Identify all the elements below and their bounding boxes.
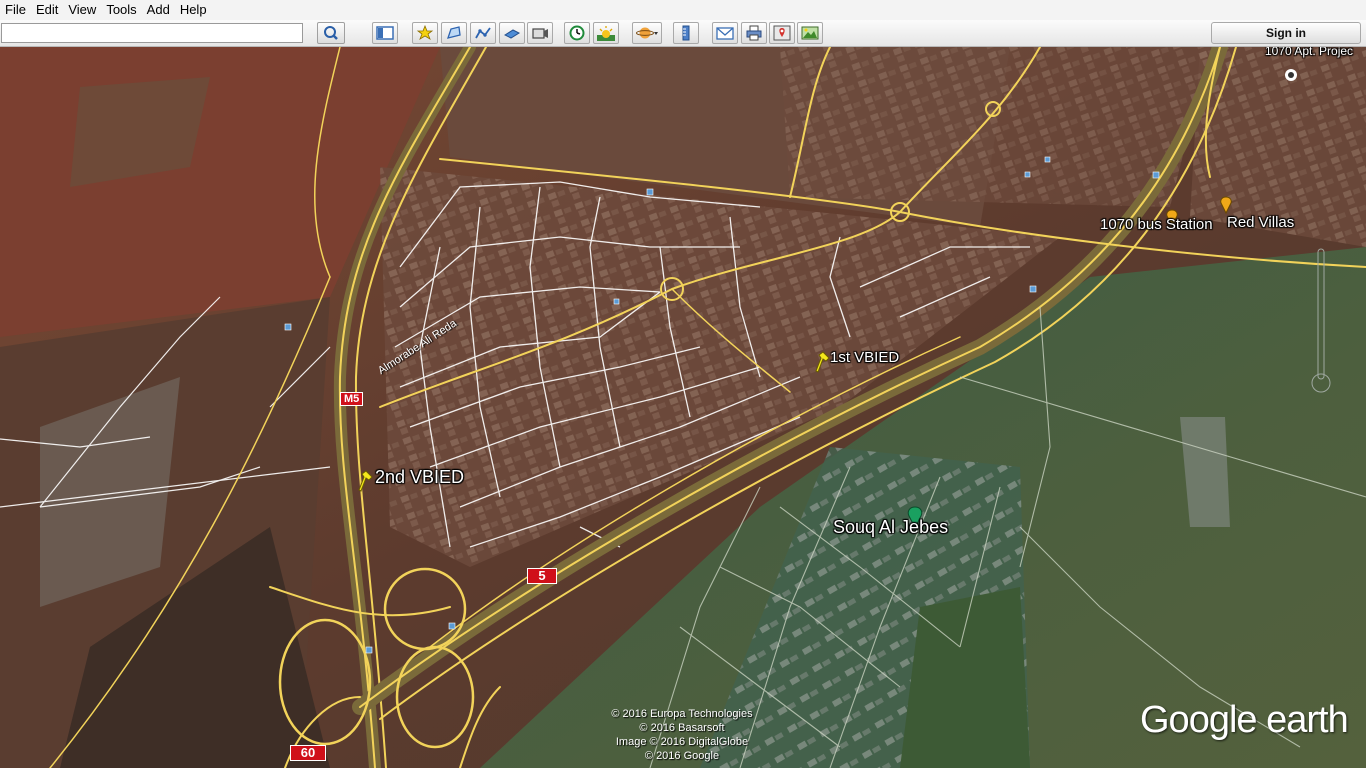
- sunlight-button[interactable]: [593, 22, 619, 44]
- image-overlay-icon: [503, 29, 521, 39]
- email-button[interactable]: [712, 22, 738, 44]
- magnifier-icon: [324, 26, 338, 40]
- record-tour-icon: [532, 28, 548, 39]
- save-image-button[interactable]: [797, 22, 823, 44]
- add-image-overlay-button[interactable]: [499, 22, 525, 44]
- placemark-pin-icon: [416, 25, 434, 40]
- copyright-line: © 2016 Basarsoft: [639, 722, 725, 734]
- save-image-icon: [801, 26, 819, 40]
- placemark-apt-project[interactable]: 1070 Apt. Projec: [1265, 47, 1353, 58]
- copyright-line: © 2016 Europa Technologies: [611, 708, 753, 720]
- menu-add[interactable]: Add: [142, 0, 175, 20]
- shield-route-5: 5: [527, 568, 557, 584]
- copyright-line: Image © 2016 DigitalGlobe: [615, 736, 749, 748]
- add-path-button[interactable]: [470, 22, 496, 44]
- sidebar-icon: [376, 26, 394, 40]
- menu-file[interactable]: File: [0, 0, 31, 20]
- menu-view[interactable]: View: [63, 0, 101, 20]
- satellite-imagery: [0, 47, 1366, 768]
- envelope-icon: [716, 27, 734, 40]
- print-button[interactable]: [741, 22, 767, 44]
- planet-icon: [636, 27, 658, 39]
- switch-planet-button[interactable]: [632, 22, 662, 44]
- placemark-souq-al-jebes[interactable]: Souq Al Jebes: [833, 517, 948, 538]
- toolbar: Sign in: [0, 20, 1366, 47]
- shield-m5: M5: [340, 392, 364, 406]
- zoom-slider[interactable]: [1310, 247, 1332, 395]
- shield-route-60: 60: [290, 745, 326, 761]
- sidebar-toggle-button[interactable]: [372, 22, 398, 44]
- copyright-block: © 2016 Europa Technologies © 2016 Basars…: [597, 707, 767, 763]
- record-tour-button[interactable]: [527, 22, 553, 44]
- search-button[interactable]: [317, 22, 345, 44]
- placemark-2nd-vbied[interactable]: 2nd VBIED: [375, 467, 464, 488]
- printer-icon: [746, 25, 762, 41]
- map-view[interactable]: Almorabe Ali Reda M5 5 60 1st VBIED 2nd …: [0, 47, 1366, 768]
- menu-edit[interactable]: Edit: [31, 0, 63, 20]
- ruler-icon: [682, 25, 690, 41]
- menu-tools[interactable]: Tools: [101, 0, 141, 20]
- path-icon: [475, 27, 491, 39]
- placemark-red-villas[interactable]: Red Villas: [1227, 214, 1294, 231]
- placemark-bus-station[interactable]: 1070 bus Station: [1100, 216, 1213, 233]
- ruler-button[interactable]: [673, 22, 699, 44]
- add-placemark-button[interactable]: [412, 22, 438, 44]
- historical-imagery-button[interactable]: [564, 22, 590, 44]
- add-polygon-button[interactable]: [441, 22, 467, 44]
- view-in-maps-button[interactable]: [769, 22, 795, 44]
- copyright-line: © 2016 Google: [644, 750, 720, 762]
- maps-icon: [773, 25, 791, 41]
- placemark-1st-vbied[interactable]: 1st VBIED: [830, 349, 899, 366]
- sun-icon: [597, 26, 615, 41]
- polygon-icon: [447, 26, 461, 39]
- google-earth-logo: Google earth: [1140, 699, 1349, 741]
- search-input[interactable]: [1, 23, 303, 43]
- clock-icon: [569, 25, 585, 41]
- menu-bar: File Edit View Tools Add Help: [0, 0, 1366, 20]
- menu-help[interactable]: Help: [175, 0, 212, 20]
- sign-in-button[interactable]: Sign in: [1211, 22, 1361, 44]
- pushpin-yellow-icon[interactable]: [356, 469, 376, 493]
- placemark-orange-icon[interactable]: [1219, 196, 1233, 214]
